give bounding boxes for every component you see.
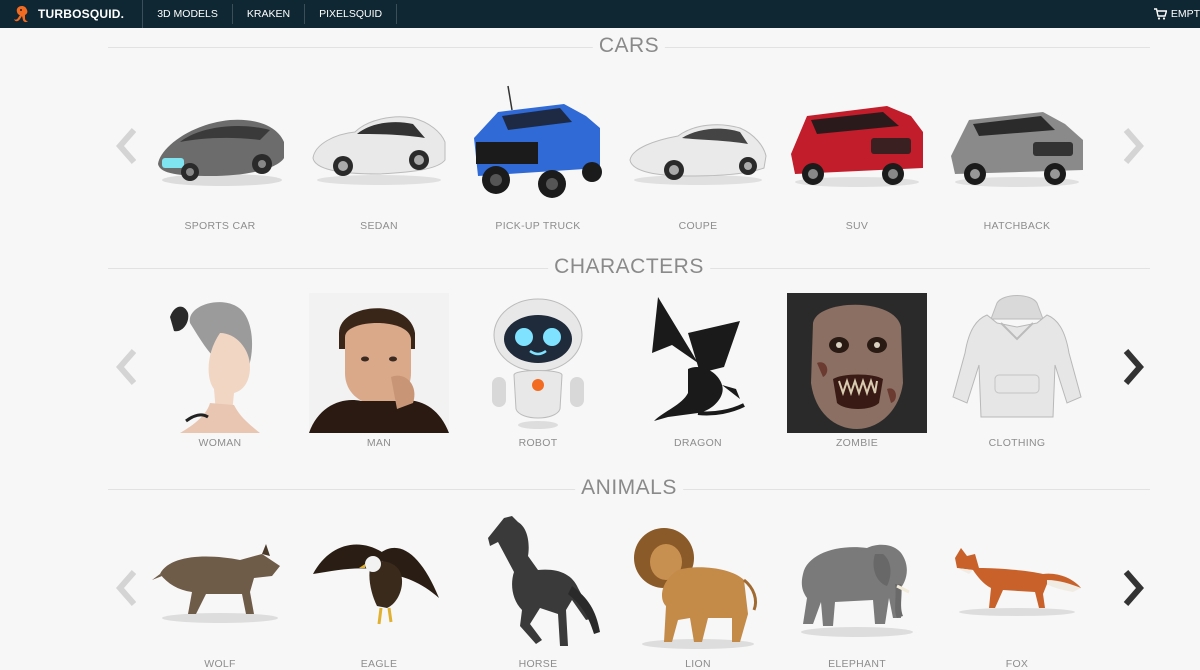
tile-coupe[interactable]: COUPE [628,76,768,232]
tile-label: PICK-UP TRUCK [495,220,581,232]
woman-icon [150,293,290,433]
eagle-icon [309,514,449,654]
cart-button[interactable]: EMPT [1153,0,1200,28]
tile-robot[interactable]: ROBOT [468,293,608,449]
tile-man[interactable]: MAN [309,293,449,449]
tile-zombie[interactable]: ZOMBIE [787,293,927,449]
tile-label: DRAGON [674,437,722,449]
tile-label: ELEPHANT [828,658,886,670]
coupe-icon [628,76,768,216]
sedan-icon [309,76,449,216]
nav-item-3d-models[interactable]: 3D MODELS [143,4,233,24]
chevron-left-icon [116,128,137,164]
carousel-prev-button[interactable] [112,124,142,168]
suv-icon [787,76,927,216]
wolf-icon [150,514,290,654]
pickup-truck-icon [468,76,608,216]
tile-label: SPORTS CAR [184,220,256,232]
carousel-prev-button[interactable] [112,566,142,610]
carousel-next-button[interactable] [1118,124,1148,168]
carousel-prev-button[interactable] [112,345,142,389]
tile-elephant[interactable]: ELEPHANT [787,514,927,670]
tile-hatchback[interactable]: HATCHBACK [947,76,1087,232]
tile-label: HORSE [518,658,558,670]
chevron-right-icon [1123,128,1144,164]
tile-sedan[interactable]: SEDAN [309,76,449,232]
clothing-icon [947,293,1087,433]
tile-label: MAN [366,437,392,449]
chevron-right-icon [1123,570,1144,606]
section-header: CARS [108,28,1150,58]
squid-logo-icon [14,6,28,23]
chevron-left-icon [116,570,137,606]
tile-eagle[interactable]: EAGLE [309,514,449,670]
sports-car-icon [150,76,290,216]
section-header: ANIMALS [108,470,1150,500]
robot-icon [468,293,608,433]
horse-icon [468,514,608,654]
top-navigation-bar: TURBOSQUID. 3D MODELS KRAKEN PIXELSQUID … [0,0,1200,28]
fox-icon [947,514,1087,654]
tile-clothing[interactable]: CLOTHING [947,293,1087,449]
tile-label: CLOTHING [988,437,1046,449]
tile-label: SUV [845,220,869,232]
tile-lion[interactable]: LION [628,514,768,670]
tile-fox[interactable]: FOX [947,514,1087,670]
tile-label: SEDAN [360,220,398,232]
tile-label: COUPE [678,220,718,232]
tile-horse[interactable]: HORSE [468,514,608,670]
chevron-right-icon [1123,349,1144,385]
tile-label: LION [685,658,711,670]
section-title: CHARACTERS [548,255,710,279]
nav-item-pixelsquid[interactable]: PIXELSQUID [305,4,398,24]
section-header: CHARACTERS [108,249,1150,279]
cart-label: EMPT [1170,8,1200,20]
carousel-next-button[interactable] [1118,566,1148,610]
tile-label: ROBOT [518,437,558,449]
nav-item-kraken[interactable]: KRAKEN [233,4,306,24]
hatchback-icon [947,76,1087,216]
section-title: ANIMALS [575,476,683,500]
tile-sports-car[interactable]: SPORTS CAR [150,76,290,232]
zombie-icon [787,293,927,433]
dragon-icon [628,293,768,433]
cart-icon [1153,8,1167,20]
brand-name: TURBOSQUID. [38,7,125,21]
tile-label: ZOMBIE [835,437,879,449]
tile-woman[interactable]: WOMAN [150,293,290,449]
tile-label: FOX [1005,658,1029,670]
carousel-next-button[interactable] [1118,345,1148,389]
elephant-icon [787,514,927,654]
tile-dragon[interactable]: DRAGON [628,293,768,449]
section-title: CARS [592,34,666,58]
man-icon [309,293,449,433]
brand-logo-link[interactable]: TURBOSQUID. [0,0,144,28]
tile-pickup-truck[interactable]: PICK-UP TRUCK [468,76,608,232]
tile-suv[interactable]: SUV [787,76,927,232]
chevron-left-icon [116,349,137,385]
tile-label: EAGLE [360,658,398,670]
tile-label: HATCHBACK [983,220,1051,232]
lion-icon [628,514,768,654]
tile-label: WOLF [204,658,236,670]
tile-wolf[interactable]: WOLF [150,514,290,670]
tile-label: WOMAN [198,437,242,449]
